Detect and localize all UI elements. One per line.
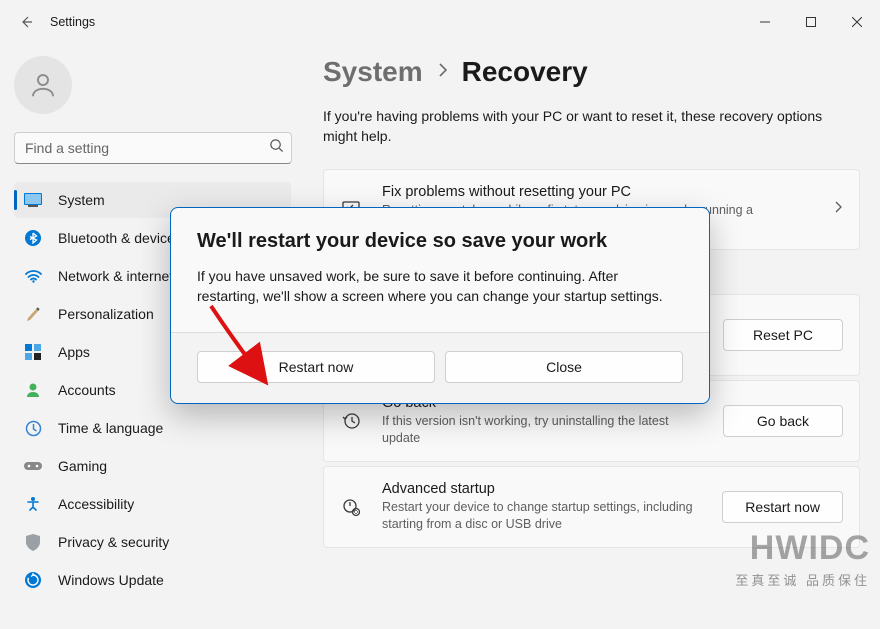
breadcrumb: System Recovery — [323, 56, 860, 88]
close-button[interactable] — [834, 6, 880, 38]
gaming-icon — [24, 457, 42, 475]
card-subtitle: If this version isn't working, try unins… — [382, 413, 703, 447]
go-back-button[interactable]: Go back — [723, 405, 843, 437]
sidebar-item-label: Gaming — [58, 458, 107, 474]
paintbrush-icon — [24, 305, 42, 323]
back-button[interactable] — [8, 4, 44, 40]
page-intro: If you're having problems with your PC o… — [323, 106, 843, 147]
maximize-button[interactable] — [788, 6, 834, 38]
accounts-icon — [24, 381, 42, 399]
wifi-icon — [24, 267, 42, 285]
sidebar-item-label: Apps — [58, 344, 90, 360]
modal-title: We'll restart your device so save your w… — [197, 230, 683, 253]
card-title: Advanced startup — [382, 481, 702, 497]
modal-restart-button[interactable]: Restart now — [197, 351, 435, 383]
sidebar-item-windows-update[interactable]: Windows Update — [14, 562, 291, 598]
sidebar-item-label: Privacy & security — [58, 534, 169, 550]
close-icon — [852, 17, 862, 27]
breadcrumb-parent[interactable]: System — [323, 56, 423, 88]
sidebar-item-label: Windows Update — [58, 572, 164, 588]
person-icon — [28, 70, 58, 100]
modal-close-button[interactable]: Close — [445, 351, 683, 383]
power-gear-icon — [340, 497, 362, 517]
card-advanced-startup: Advanced startup Restart your device to … — [323, 466, 860, 548]
update-icon — [24, 571, 42, 589]
bluetooth-icon — [24, 229, 42, 247]
sidebar-item-label: Personalization — [58, 306, 154, 322]
window-controls — [742, 6, 880, 38]
accessibility-icon — [24, 495, 42, 513]
minimize-button[interactable] — [742, 6, 788, 38]
sidebar-item-label: Network & internet — [58, 268, 173, 284]
sidebar-item-accessibility[interactable]: Accessibility — [14, 486, 291, 522]
sidebar-item-label: Bluetooth & devices — [58, 230, 182, 246]
chevron-right-icon — [437, 61, 448, 84]
sidebar-item-label: System — [58, 192, 105, 208]
clock-globe-icon — [24, 419, 42, 437]
chevron-right-icon — [833, 199, 843, 220]
shield-icon — [24, 533, 42, 551]
sidebar-item-privacy[interactable]: Privacy & security — [14, 524, 291, 560]
restart-modal: We'll restart your device so save your w… — [170, 207, 710, 404]
breadcrumb-current: Recovery — [462, 56, 588, 88]
modal-text: If you have unsaved work, be sure to sav… — [197, 267, 683, 306]
sidebar-item-label: Accessibility — [58, 496, 134, 512]
maximize-icon — [806, 17, 816, 27]
sidebar-item-time-language[interactable]: Time & language — [14, 410, 291, 446]
card-title: Fix problems without resetting your PC — [382, 184, 813, 200]
restart-now-button[interactable]: Restart now — [722, 491, 843, 523]
titlebar: Settings — [0, 0, 880, 44]
sidebar-item-label: Accounts — [58, 382, 116, 398]
user-avatar[interactable] — [14, 56, 72, 114]
history-icon — [340, 411, 362, 431]
minimize-icon — [760, 17, 770, 27]
apps-icon — [24, 343, 42, 361]
app-title: Settings — [50, 15, 95, 29]
sidebar-item-gaming[interactable]: Gaming — [14, 448, 291, 484]
back-arrow-icon — [18, 14, 34, 30]
reset-pc-button[interactable]: Reset PC — [723, 319, 843, 351]
sidebar-item-label: Time & language — [58, 420, 163, 436]
search-input[interactable] — [14, 132, 292, 164]
card-subtitle: Restart your device to change startup se… — [382, 499, 702, 533]
system-icon — [24, 191, 42, 209]
